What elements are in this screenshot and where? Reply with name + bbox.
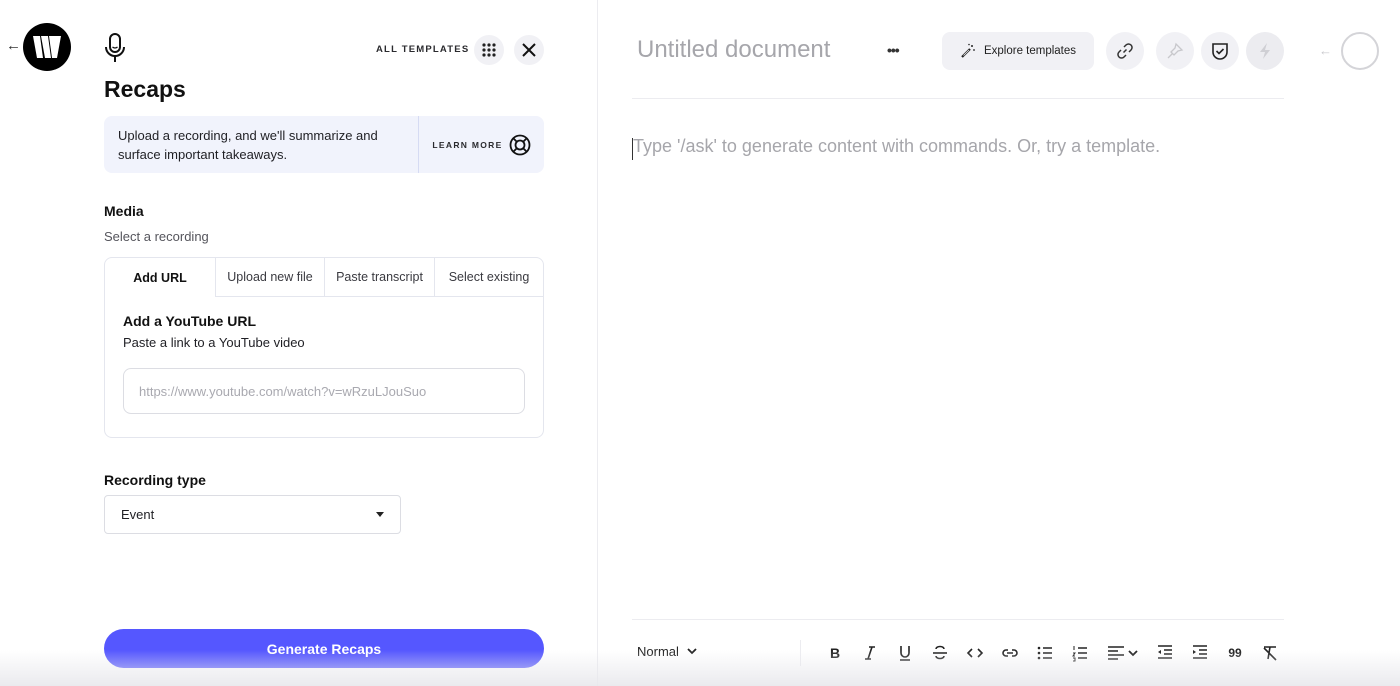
underline-button[interactable] bbox=[893, 641, 917, 665]
chevron-down-icon bbox=[687, 648, 697, 655]
media-card: Add URL Upload new file Paste transcript… bbox=[104, 257, 544, 438]
all-templates-link[interactable]: ALL TEMPLATES bbox=[376, 44, 469, 55]
youtube-url-input[interactable] bbox=[123, 368, 525, 414]
media-label: Media bbox=[104, 203, 144, 219]
caret-down-icon bbox=[376, 512, 384, 517]
close-button[interactable] bbox=[514, 35, 544, 65]
italic-icon bbox=[865, 646, 875, 660]
editor-placeholder: Type '/ask' to generate content with com… bbox=[633, 136, 1161, 156]
microphone-icon bbox=[105, 33, 125, 62]
link-icon bbox=[1002, 649, 1018, 657]
indent-button[interactable] bbox=[1188, 641, 1212, 665]
panel-divider[interactable] bbox=[597, 0, 598, 686]
collapse-arrow-icon[interactable]: ← bbox=[1319, 43, 1332, 58]
close-icon bbox=[522, 43, 536, 57]
recording-type-value: Event bbox=[121, 507, 155, 522]
strikethrough-icon bbox=[933, 645, 947, 660]
pin-button[interactable] bbox=[1156, 32, 1194, 70]
media-tabs: Add URL Upload new file Paste transcript… bbox=[105, 258, 543, 297]
formatting-toolbar: Normal B 99 bbox=[632, 638, 1292, 668]
learn-more-button[interactable]: LEARN MORE bbox=[419, 116, 544, 173]
tab-paste-transcript[interactable]: Paste transcript bbox=[324, 258, 434, 297]
outdent-icon bbox=[1158, 645, 1172, 659]
youtube-url-title: Add a YouTube URL bbox=[123, 313, 256, 329]
back-arrow-icon[interactable]: ← bbox=[6, 38, 21, 54]
apps-grid-button[interactable] bbox=[474, 35, 504, 65]
code-icon bbox=[966, 648, 984, 658]
lifebuoy-icon bbox=[509, 134, 530, 155]
insert-link-button[interactable] bbox=[998, 641, 1022, 665]
toolbar-separator bbox=[800, 640, 801, 666]
lightning-icon bbox=[1260, 43, 1270, 59]
magic-wand-icon bbox=[961, 43, 975, 58]
learn-more-label: LEARN MORE bbox=[432, 139, 503, 150]
chevron-down-icon bbox=[1127, 649, 1138, 656]
writer-logo[interactable] bbox=[23, 23, 71, 71]
numbered-list-button[interactable] bbox=[1068, 641, 1092, 665]
recaps-panel: ← ALL TEMPLATES Recaps Upload a recordin… bbox=[0, 0, 597, 686]
bulleted-list-icon bbox=[1037, 646, 1052, 660]
quote-button[interactable]: 99 bbox=[1223, 641, 1247, 665]
indent-icon bbox=[1193, 645, 1207, 659]
code-button[interactable] bbox=[963, 641, 987, 665]
avatar[interactable] bbox=[1341, 32, 1379, 70]
share-link-button[interactable] bbox=[1106, 32, 1144, 70]
tab-select-existing[interactable]: Select existing bbox=[434, 258, 543, 297]
document-editor[interactable]: Type '/ask' to generate content with com… bbox=[632, 136, 1284, 606]
bolt-button[interactable] bbox=[1246, 32, 1284, 70]
bulleted-list-button[interactable] bbox=[1033, 641, 1057, 665]
bold-button[interactable]: B bbox=[823, 641, 847, 665]
strikethrough-button[interactable] bbox=[928, 641, 952, 665]
shield-check-icon bbox=[1212, 43, 1228, 60]
media-sublabel: Select a recording bbox=[104, 229, 209, 244]
clear-formatting-icon bbox=[1263, 646, 1277, 661]
document-title[interactable]: Untitled document bbox=[637, 36, 830, 64]
info-banner: Upload a recording, and we'll summarize … bbox=[104, 116, 544, 173]
link-icon bbox=[1117, 43, 1133, 59]
tab-upload-new-file[interactable]: Upload new file bbox=[215, 258, 324, 297]
claim-check-button[interactable] bbox=[1201, 32, 1239, 70]
align-dropdown[interactable] bbox=[1104, 641, 1140, 665]
logo-w-icon bbox=[33, 36, 61, 58]
explore-templates-label: Explore templates bbox=[983, 45, 1077, 57]
italic-button[interactable] bbox=[858, 641, 882, 665]
underline-icon bbox=[900, 646, 910, 661]
explore-templates-button[interactable]: Explore templates bbox=[942, 32, 1094, 70]
generate-recaps-button[interactable]: Generate Recaps bbox=[104, 629, 544, 668]
clear-formatting-button[interactable] bbox=[1258, 641, 1282, 665]
numbered-list-icon bbox=[1072, 646, 1087, 662]
recording-type-select[interactable]: Event bbox=[104, 495, 401, 534]
more-options-button[interactable]: ••• bbox=[887, 42, 900, 58]
pin-icon bbox=[1167, 42, 1184, 59]
info-text: Upload a recording, and we'll summarize … bbox=[118, 128, 378, 162]
header-divider bbox=[632, 98, 1284, 99]
recording-type-label: Recording type bbox=[104, 472, 206, 488]
youtube-url-subtitle: Paste a link to a YouTube video bbox=[123, 335, 305, 350]
text-style-value: Normal bbox=[637, 644, 679, 659]
tab-add-url[interactable]: Add URL bbox=[105, 258, 215, 297]
quote-icon: 99 bbox=[1228, 646, 1242, 660]
page-title: Recaps bbox=[104, 76, 186, 102]
align-left-icon bbox=[1107, 646, 1124, 660]
outdent-button[interactable] bbox=[1153, 641, 1177, 665]
toolbar-divider bbox=[632, 619, 1284, 620]
grid-icon bbox=[482, 43, 496, 57]
bold-icon: B bbox=[829, 645, 841, 661]
text-style-select[interactable]: Normal bbox=[637, 644, 697, 659]
